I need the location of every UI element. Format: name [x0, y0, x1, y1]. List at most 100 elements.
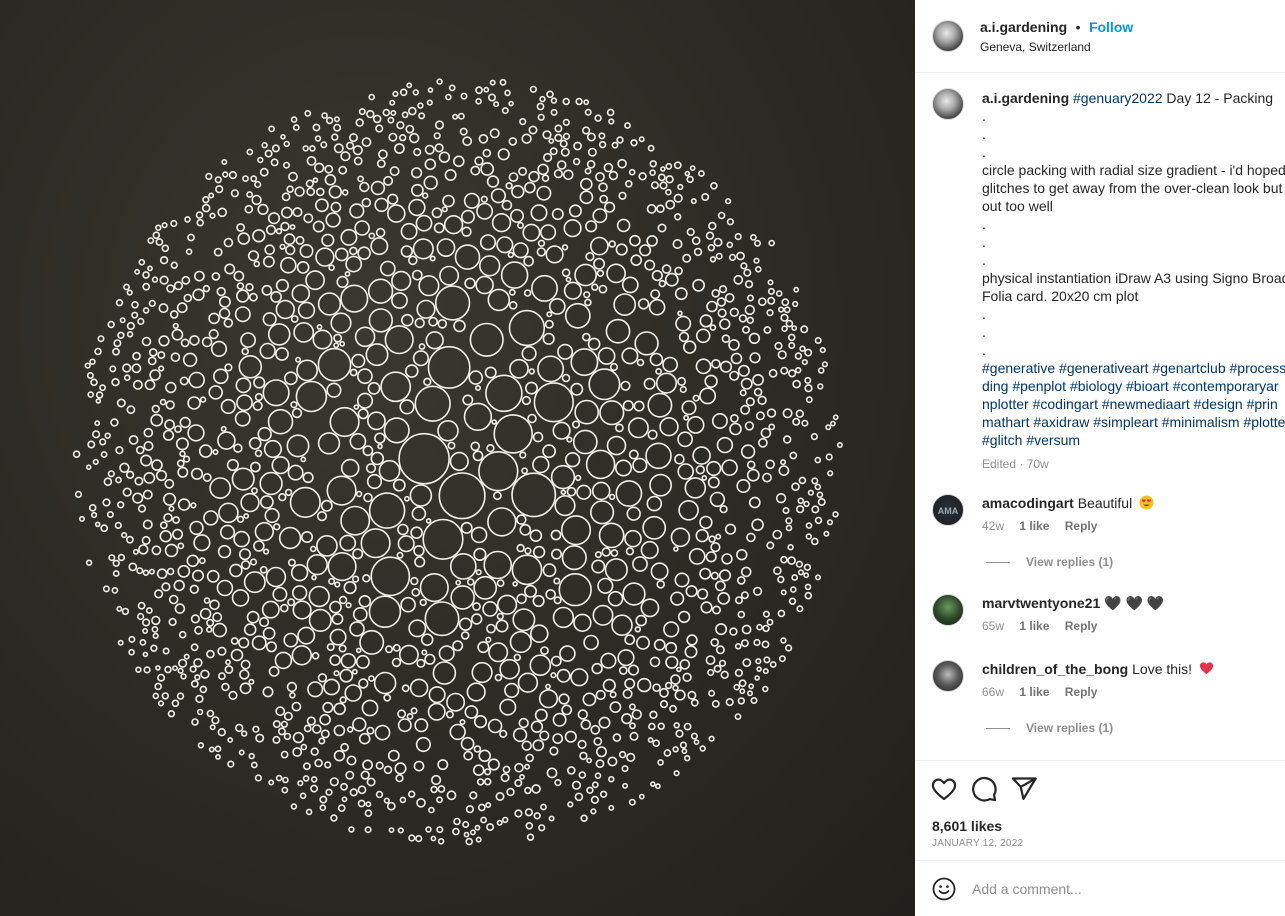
packed-circle	[358, 732, 371, 745]
caption-username[interactable]: a.i.gardening	[982, 90, 1069, 106]
add-comment-input[interactable]	[972, 877, 1272, 901]
packed-circle	[399, 134, 407, 142]
packed-circle	[819, 347, 826, 354]
packed-circle	[559, 645, 576, 662]
packed-circle	[621, 347, 639, 365]
packed-circle	[268, 779, 275, 786]
packed-circle	[249, 558, 258, 566]
packed-circle	[159, 275, 169, 285]
likes-count[interactable]: 8,601 likes	[932, 818, 1002, 834]
comment-username[interactable]: amacodingart	[982, 495, 1074, 511]
packed-circle	[434, 143, 444, 153]
packed-circle	[389, 166, 400, 177]
packed-circle	[785, 524, 793, 532]
caption-hashtag[interactable]: #genuary2022	[1073, 90, 1163, 106]
packed-circle	[321, 112, 328, 119]
packed-circle	[491, 213, 512, 233]
packed-circle	[588, 368, 621, 401]
packed-circle	[629, 703, 636, 711]
packed-circle	[245, 283, 254, 292]
packed-circle	[252, 229, 266, 243]
packed-circle	[753, 638, 761, 647]
author-username[interactable]: a.i.gardening	[980, 19, 1067, 35]
packed-circle	[383, 175, 394, 186]
view-replies-button[interactable]: View replies (1)	[986, 721, 1113, 735]
comment-time[interactable]: 42w	[982, 519, 1004, 533]
caption-hashtags[interactable]: #glitch #versum	[982, 431, 1285, 449]
packed-circle	[701, 474, 708, 481]
packed-circle	[325, 212, 341, 228]
reply-button[interactable]: Reply	[1065, 685, 1098, 699]
follow-button[interactable]: Follow	[1089, 19, 1133, 35]
packed-circle	[657, 722, 665, 730]
reply-button[interactable]: Reply	[1065, 619, 1098, 633]
packed-circle	[553, 577, 561, 585]
post-location[interactable]: Geneva, Switzerland	[980, 40, 1091, 54]
packed-circle	[254, 449, 263, 458]
packed-circle	[87, 440, 96, 449]
comment-icon[interactable]	[970, 775, 998, 803]
commenter-avatar[interactable]	[932, 594, 964, 626]
comment-username[interactable]: marvtwentyone21	[982, 595, 1100, 611]
packed-circle	[410, 526, 423, 540]
packed-circle	[777, 350, 787, 360]
comment-time[interactable]: 66w	[982, 685, 1004, 699]
caption-avatar[interactable]	[932, 88, 964, 120]
post-date[interactable]: JANUARY 12, 2022	[932, 838, 1023, 849]
packed-circle	[280, 720, 289, 728]
packed-circle	[341, 189, 349, 196]
circle-packing-artwork	[72, 78, 843, 846]
view-replies-button[interactable]: View replies (1)	[986, 555, 1113, 569]
post-image[interactable]	[0, 0, 915, 916]
packed-circle	[390, 110, 397, 117]
packed-circle	[483, 86, 490, 93]
packed-circle	[552, 421, 571, 440]
packed-circle	[142, 307, 150, 314]
caption-hashtags[interactable]: #generative #generativeart #genartclub #…	[982, 359, 1285, 377]
packed-circle	[508, 300, 518, 310]
packed-circle	[306, 553, 328, 576]
author-avatar[interactable]	[932, 20, 964, 52]
packed-circle	[530, 204, 548, 222]
caption-dot: .	[982, 126, 986, 142]
comment-time[interactable]: 65w	[982, 619, 1004, 633]
packed-circle	[562, 97, 570, 106]
packed-circle	[665, 175, 674, 184]
comment-likes[interactable]: 1 like	[1019, 519, 1049, 533]
packed-circle	[598, 284, 608, 294]
smile-icon[interactable]	[932, 877, 956, 901]
commenter-avatar[interactable]	[932, 660, 964, 692]
packed-circle	[536, 102, 545, 111]
packed-circle	[349, 203, 365, 219]
packed-circle	[111, 587, 119, 594]
packed-circle	[170, 261, 179, 269]
packed-circle	[622, 400, 634, 412]
packed-circle	[433, 222, 445, 234]
packed-circle	[362, 574, 371, 583]
packed-circle	[681, 748, 688, 755]
caption-hashtags[interactable]: ding #penplot #biology #bioart #contempo…	[982, 377, 1285, 395]
commenter-avatar[interactable]: AMA	[932, 494, 964, 526]
caption-hashtags[interactable]: mathart #axidraw #simpleart #minimalism …	[982, 413, 1285, 431]
packed-circle	[686, 634, 698, 646]
packed-circle	[469, 829, 476, 836]
packed-circle	[811, 477, 819, 485]
reply-button[interactable]: Reply	[1065, 519, 1098, 533]
packed-circle	[455, 579, 462, 586]
packed-circle	[832, 414, 839, 421]
packed-circle	[475, 86, 483, 95]
packed-circle	[211, 272, 221, 281]
packed-circle	[755, 411, 765, 421]
heart-icon[interactable]	[930, 775, 958, 803]
caption-hashtags[interactable]: nplotter #codingart #newmediaart #design…	[982, 395, 1285, 413]
comment-likes[interactable]: 1 like	[1019, 685, 1049, 699]
packed-circle	[231, 589, 250, 607]
packed-circle	[756, 666, 762, 672]
comment-username[interactable]: children_of_the_bong	[982, 661, 1128, 677]
packed-circle	[352, 575, 360, 583]
packed-circle	[594, 772, 602, 780]
comment-likes[interactable]: 1 like	[1019, 619, 1049, 633]
packed-circle	[768, 423, 776, 431]
packed-circle	[176, 692, 185, 700]
share-icon[interactable]	[1010, 775, 1038, 803]
